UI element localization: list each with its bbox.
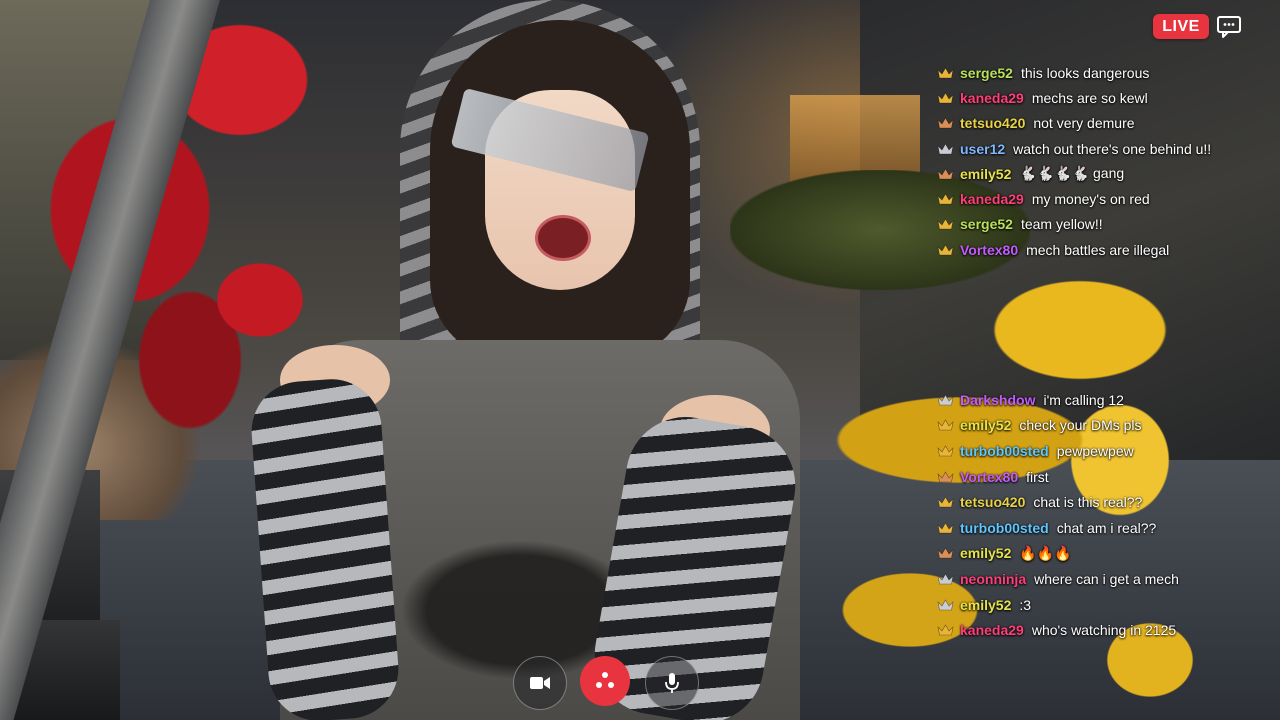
chat-message: turbob00sted chat am i real?? bbox=[937, 515, 1277, 541]
crown-icon bbox=[937, 445, 954, 457]
live-badge: LIVE bbox=[1153, 14, 1209, 39]
call-controls bbox=[510, 656, 700, 710]
chat-text: chat is this real?? bbox=[1033, 494, 1143, 511]
chat-username[interactable]: Vortex80 bbox=[960, 242, 1018, 258]
chat-username[interactable]: neonninja bbox=[960, 571, 1026, 587]
chat-message: Vortex80 mech battles are illegal bbox=[937, 237, 1277, 262]
chat-text: first bbox=[1026, 468, 1049, 485]
crown-icon bbox=[937, 92, 954, 104]
chat-message: emily52 :3 bbox=[937, 592, 1277, 618]
crown-icon bbox=[937, 598, 954, 610]
chat-username[interactable]: turbob00sted bbox=[960, 443, 1049, 459]
streamer-figure bbox=[248, 0, 810, 720]
chat-username[interactable]: serge52 bbox=[960, 65, 1013, 81]
chat-message: turbob00sted pewpewpew bbox=[937, 438, 1277, 464]
chat-message: kaneda29 mechs are so kewl bbox=[937, 85, 1277, 110]
chat-username[interactable]: emily52 bbox=[960, 597, 1011, 613]
chat-message: kaneda29 who's watching in 2125 bbox=[937, 617, 1277, 643]
camera-button[interactable] bbox=[513, 656, 567, 710]
chat-message: neonninja where can i get a mech bbox=[937, 566, 1277, 592]
chat-username[interactable]: serge52 bbox=[960, 216, 1013, 232]
crown-icon bbox=[937, 624, 954, 636]
chat-message: serge52 team yellow!! bbox=[937, 212, 1277, 237]
chat-message: user12 watch out there's one behind u!! bbox=[937, 136, 1277, 161]
crown-icon bbox=[937, 117, 954, 129]
chat-text: this looks dangerous bbox=[1020, 64, 1150, 81]
chat-username[interactable]: turbob00sted bbox=[960, 520, 1049, 536]
chat-username[interactable]: emily52 bbox=[960, 417, 1011, 433]
microphone-icon bbox=[665, 673, 679, 693]
chat-message: emily52 🐇🐇🐇🐇 gang bbox=[937, 161, 1277, 186]
crown-icon bbox=[937, 522, 954, 534]
chat-text: mechs are so kewl bbox=[1031, 89, 1148, 106]
chat-text: 🐇🐇🐇🐇 gang bbox=[1019, 165, 1125, 182]
chat-text: pewpewpew bbox=[1056, 442, 1134, 459]
chat-feed-top: serge52 this looks dangerous kaneda29 mechs… bbox=[937, 60, 1277, 262]
video-camera-icon bbox=[530, 677, 550, 689]
chat-text: mech battles are illegal bbox=[1026, 241, 1170, 258]
chat-username[interactable]: kaneda29 bbox=[960, 191, 1024, 207]
crown-icon bbox=[937, 218, 954, 230]
chat-username[interactable]: user12 bbox=[960, 141, 1005, 157]
chat-username[interactable]: kaneda29 bbox=[960, 622, 1024, 638]
crown-icon bbox=[937, 470, 954, 482]
chat-text: check your DMs pls bbox=[1019, 417, 1142, 434]
chat-text: i'm calling 12 bbox=[1043, 391, 1124, 408]
chat-username[interactable]: Vortex80 bbox=[960, 469, 1018, 485]
striped-sleeve-left bbox=[248, 375, 402, 720]
chat-text: :3 bbox=[1019, 596, 1032, 613]
mouth bbox=[535, 215, 591, 261]
end-stream-button[interactable] bbox=[580, 656, 630, 706]
crown-icon bbox=[937, 67, 954, 78]
chat-text: my money's on red bbox=[1031, 191, 1150, 208]
chat-message: tetsuo420 not very demure bbox=[937, 111, 1277, 136]
chat-text: who's watching in 2125 bbox=[1031, 622, 1177, 639]
microphone-button[interactable] bbox=[645, 656, 699, 710]
crown-icon bbox=[937, 142, 954, 154]
chat-text: where can i get a mech bbox=[1034, 570, 1179, 587]
chat-text: 🔥🔥🔥 bbox=[1019, 544, 1072, 561]
chat-username[interactable]: tetsuo420 bbox=[960, 115, 1025, 131]
chat-text: not very demure bbox=[1033, 115, 1135, 132]
chat-feed-bottom: Darkshdow i'm calling 12 emily52 check your… bbox=[937, 387, 1277, 643]
crown-icon bbox=[937, 547, 954, 559]
chat-message: tetsuo420 chat is this real?? bbox=[937, 489, 1277, 515]
chat-username[interactable]: emily52 bbox=[960, 545, 1011, 561]
chat-text: team yellow!! bbox=[1020, 216, 1103, 233]
crown-icon bbox=[937, 496, 954, 508]
chat-username[interactable]: kaneda29 bbox=[960, 90, 1024, 106]
chat-message: emily52 🔥🔥🔥 bbox=[937, 541, 1277, 567]
chat-text: watch out there's one behind u!! bbox=[1013, 140, 1212, 157]
crown-icon bbox=[937, 573, 954, 585]
chat-message: emily52 check your DMs pls bbox=[937, 413, 1277, 439]
chat-text: chat am i real?? bbox=[1056, 519, 1157, 536]
crown-icon bbox=[937, 193, 954, 205]
chat-bubble-icon[interactable] bbox=[1216, 15, 1242, 39]
chat-username[interactable]: Darkshdow bbox=[960, 392, 1035, 408]
chat-message: kaneda29 my money's on red bbox=[937, 186, 1277, 211]
crown-icon bbox=[937, 168, 954, 180]
crown-icon bbox=[937, 394, 954, 406]
chat-message: serge52 this looks dangerous bbox=[937, 60, 1277, 85]
end-call-icon bbox=[596, 672, 614, 688]
chat-username[interactable]: emily52 bbox=[960, 166, 1011, 182]
chat-message: Darkshdow i'm calling 12 bbox=[937, 387, 1277, 413]
chat-message: Vortex80 first bbox=[937, 464, 1277, 490]
crown-icon bbox=[937, 244, 954, 256]
live-label: LIVE bbox=[1162, 17, 1200, 35]
chat-username[interactable]: tetsuo420 bbox=[960, 494, 1025, 510]
crown-icon bbox=[937, 419, 954, 431]
